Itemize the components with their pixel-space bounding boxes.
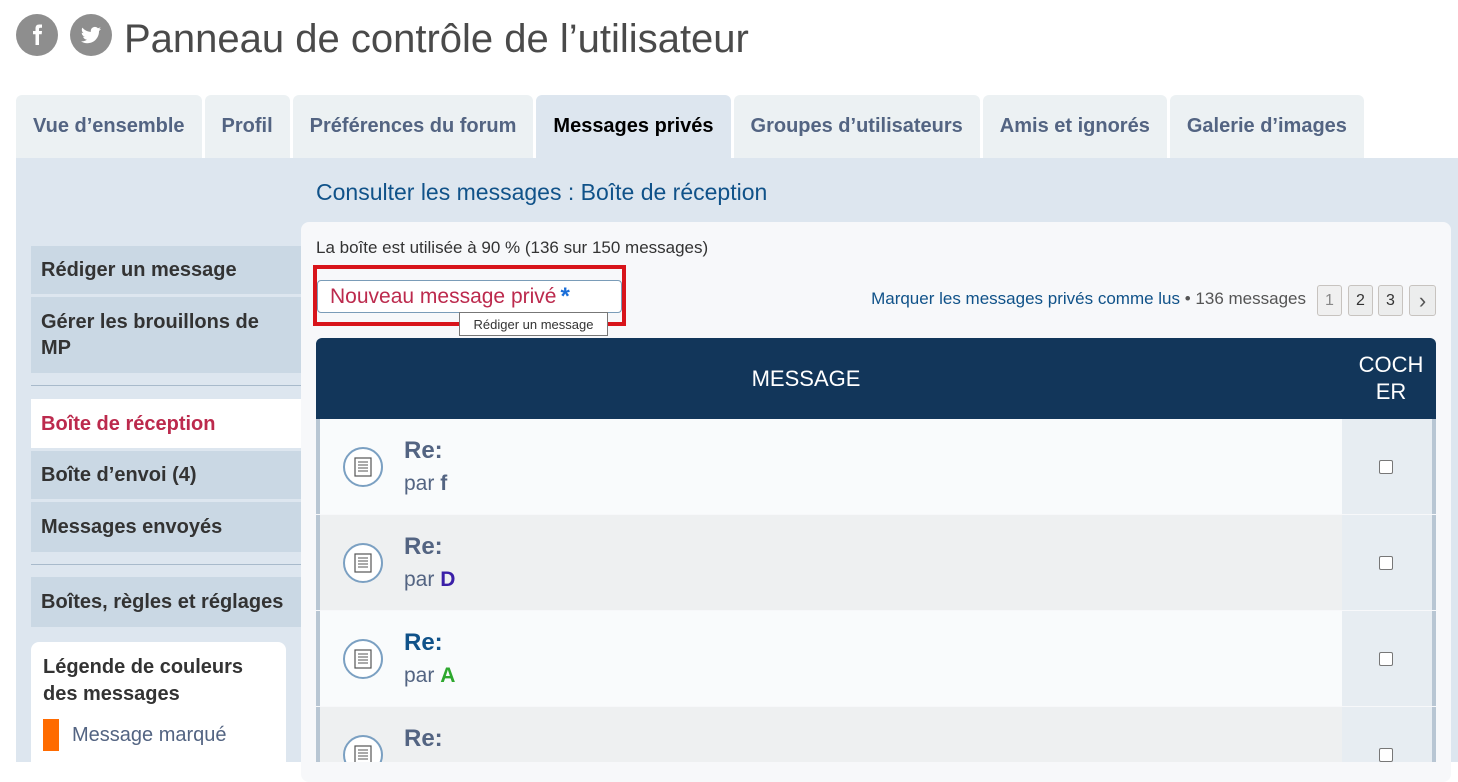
legend-item: Message marqué <box>43 719 274 751</box>
check-cell <box>1342 707 1436 762</box>
tooltip: Rédiger un message <box>459 312 608 336</box>
message-subject[interactable]: Re: <box>404 629 443 657</box>
tab-overview[interactable]: Vue d’ensemble <box>16 95 202 158</box>
message-read-icon <box>343 543 383 583</box>
sidebar-item-sent[interactable]: Messages envoyés <box>31 502 301 552</box>
by-label: par <box>404 472 435 495</box>
sidebar-item-outbox[interactable]: Boîte d’envoi (4) <box>31 451 301 499</box>
message-read-icon <box>343 447 383 487</box>
sidebar-divider <box>31 564 301 565</box>
message-author-line: par D <box>404 568 455 592</box>
tab-user-groups[interactable]: Groupes d’utilisateurs <box>733 95 980 158</box>
sidebar-item-inbox[interactable]: Boîte de réception <box>31 399 301 448</box>
check-cell <box>1342 611 1436 706</box>
message-count: • 136 messages <box>1180 289 1306 308</box>
message-subject[interactable]: Re: <box>404 533 443 561</box>
legend-title: Légende de couleurs des messages <box>43 656 244 705</box>
author-link[interactable]: D <box>440 568 455 591</box>
author-link[interactable]: f <box>440 472 447 495</box>
row-checkbox[interactable] <box>1379 556 1393 570</box>
mark-read-line: Marquer les messages privés comme lus • … <box>871 289 1306 309</box>
next-page-button[interactable]: › <box>1409 285 1436 316</box>
row-checkbox[interactable] <box>1379 460 1393 474</box>
sidebar-divider <box>31 385 301 386</box>
mark-read-link[interactable]: Marquer les messages privés comme lus <box>871 289 1180 308</box>
facebook-icon[interactable] <box>16 14 58 56</box>
message-author-line: par A <box>404 664 455 688</box>
sidebar-item-settings[interactable]: Boîtes, règles et réglages <box>31 577 301 627</box>
check-cell <box>1342 515 1436 610</box>
page-2-button[interactable]: 2 <box>1348 285 1373 316</box>
author-link[interactable]: A <box>440 664 455 687</box>
message-read-icon <box>343 735 383 762</box>
tab-forum-preferences[interactable]: Préférences du forum <box>292 95 534 158</box>
message-subject[interactable]: Re: <box>404 725 443 753</box>
page-1-button[interactable]: 1 <box>1317 285 1342 316</box>
message-subject[interactable]: Re: <box>404 437 443 465</box>
legend-swatch-marked <box>43 719 59 751</box>
tab-image-gallery[interactable]: Galerie d’images <box>1169 95 1364 158</box>
table-row[interactable]: Re: par D <box>316 515 1436 610</box>
tab-bar: Vue d’ensemble Profil Préférences du for… <box>16 95 1367 158</box>
table-row[interactable]: Re: <box>316 707 1436 762</box>
section-title: Consulter les messages : Boîte de récept… <box>316 179 768 205</box>
sidebar-item-compose[interactable]: Rédiger un message <box>31 246 301 294</box>
page-3-button[interactable]: 3 <box>1378 285 1403 316</box>
color-legend: Légende de couleurs des messages Message… <box>31 642 286 772</box>
by-label: par <box>404 568 435 591</box>
message-read-icon <box>343 639 383 679</box>
table-row[interactable]: Re: par f <box>316 419 1436 514</box>
row-checkbox[interactable] <box>1379 748 1393 762</box>
table-header: MESSAGE COCH ER <box>316 338 1436 419</box>
tab-friends-foes[interactable]: Amis et ignorés <box>982 95 1167 158</box>
tab-profile[interactable]: Profil <box>204 95 290 158</box>
by-label: par <box>404 664 435 687</box>
tab-private-messages[interactable]: Messages privés <box>536 95 731 158</box>
mailbox-usage: La boîte est utilisée à 90 % (136 sur 15… <box>316 238 709 257</box>
row-checkbox[interactable] <box>1379 652 1393 666</box>
message-author-line: par f <box>404 472 447 496</box>
twitter-icon[interactable] <box>70 14 112 56</box>
column-header-message: MESSAGE <box>751 365 861 391</box>
legend-label: Message marqué <box>72 723 227 746</box>
column-header-check: COCH ER <box>1358 352 1424 404</box>
page-title: Panneau de contrôle de l’utilisateur <box>124 17 749 61</box>
table-row[interactable]: Re: par A <box>316 611 1436 706</box>
sidebar-item-drafts[interactable]: Gérer les brouillons de MP <box>31 297 301 373</box>
check-cell <box>1342 419 1436 514</box>
